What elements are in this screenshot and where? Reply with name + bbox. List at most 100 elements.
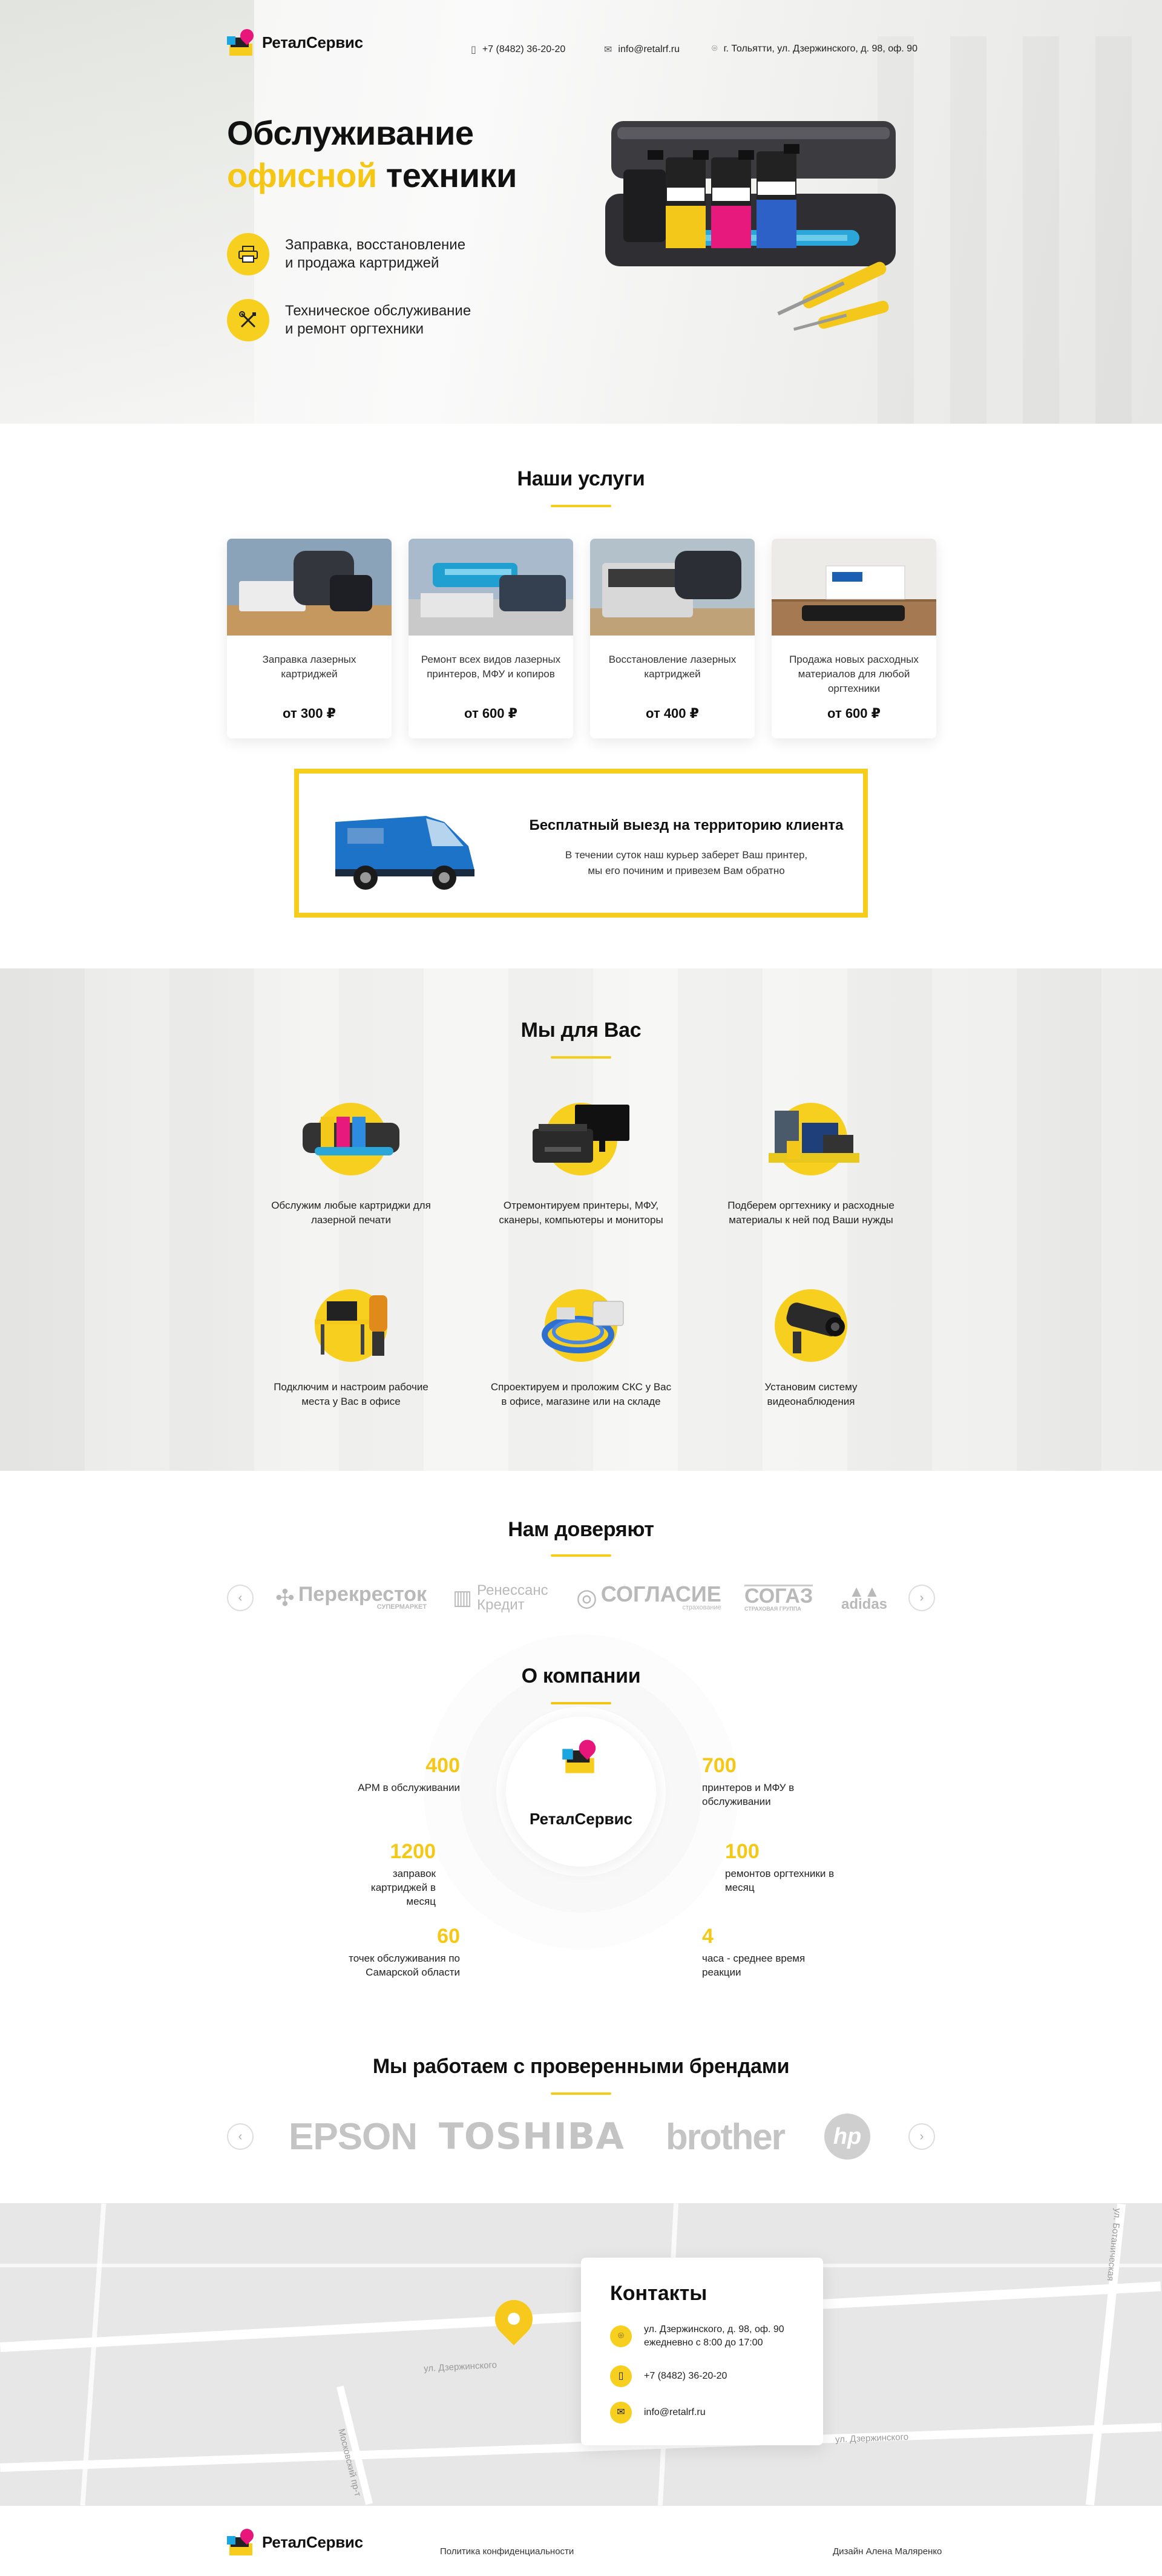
brand-logo-toshiba: TOSHIBA bbox=[439, 2115, 625, 2158]
hero-title: Обслуживание офисной техники bbox=[227, 112, 517, 197]
printer-icon bbox=[227, 233, 269, 275]
perekrestok-icon: ✣ bbox=[275, 1585, 295, 1611]
header-address: ⌾ г. Тольятти, ул. Дзержинского, д. 98, … bbox=[712, 44, 917, 54]
brand-logo-epson: EPSON bbox=[289, 2115, 418, 2158]
header-phone[interactable]: ▯ +7 (8482) 36-20-20 bbox=[471, 44, 565, 56]
for-you-item-text: Обслужим любые картриджи для лазерной пе… bbox=[271, 1200, 431, 1226]
hero-plant-backdrop bbox=[0, 0, 254, 424]
office-equipment-image bbox=[769, 1111, 859, 1163]
stat-number: 4 bbox=[702, 1925, 714, 1948]
stat-number: 1200 bbox=[390, 1840, 436, 1863]
service-card-text: Продажа новых расходных материалов для л… bbox=[789, 654, 919, 694]
service-card-text: Восстановление лазерных картриджей bbox=[608, 654, 737, 680]
stat-label: точек обслуживания по Самарской области bbox=[349, 1953, 460, 1978]
hero-feature-repair: Техническое обслуживание и ремонт оргтехн… bbox=[227, 299, 471, 341]
location-pin-icon: ⌾ bbox=[610, 2325, 632, 2347]
hero-title-line1: Обслуживание bbox=[227, 114, 474, 152]
brand-logo-hp: hp bbox=[824, 2114, 870, 2160]
stat-number: 700 bbox=[702, 1754, 737, 1777]
logo-text: РеталСервис bbox=[262, 2532, 363, 2551]
about-logo-text: РеталСервис bbox=[529, 1810, 633, 1828]
renaissance-icon: ▥ bbox=[453, 1586, 473, 1609]
mail-icon: ✉ bbox=[604, 45, 612, 55]
hero-feature-text: Заправка, восстановление и продажа картри… bbox=[285, 237, 466, 271]
free-delivery-banner: Бесплатный выезд на территорию клиента В… bbox=[294, 769, 868, 918]
stat-number: 60 bbox=[437, 1925, 460, 1948]
partner-logo-adidas: ▲▲ adidas bbox=[841, 1582, 888, 1612]
service-card-price: от 300 ₽ bbox=[283, 706, 336, 721]
about-logo-circle bbox=[506, 1717, 656, 1867]
header-email-text: info@retalrf.ru bbox=[618, 44, 680, 54]
footer-logo[interactable]: РеталСервис bbox=[227, 2526, 363, 2555]
stat-label: принтеров и МФУ в обслуживании bbox=[702, 1782, 795, 1807]
header-address-text: г. Тольятти, ул. Дзержинского, д. 98, оф… bbox=[723, 44, 917, 54]
header-phone-text: +7 (8482) 36-20-20 bbox=[482, 44, 566, 54]
trust-prev-button[interactable]: ‹ bbox=[227, 1585, 254, 1611]
for-you-title: Мы для Вас bbox=[520, 1019, 642, 1042]
service-card-refill[interactable]: Заправка лазерных картриджей от 300 ₽ bbox=[227, 539, 392, 738]
logo-icon bbox=[562, 1736, 599, 1773]
title-underline bbox=[551, 505, 611, 507]
service-photo-repair bbox=[409, 539, 573, 636]
contacts-email[interactable]: ✉ info@retalrf.ru bbox=[610, 2402, 706, 2423]
hero-title-rest: техники bbox=[376, 156, 517, 194]
stat-label: часа - среднее время реакции bbox=[702, 1953, 806, 1978]
delivery-van-image bbox=[335, 816, 474, 890]
contacts-card: Контакты ⌾ ул. Дзержинского, д. 98, оф. … bbox=[581, 2258, 823, 2445]
soglasie-icon: ◎ bbox=[576, 1585, 597, 1611]
for-you-item-text: Отремонтируем принтеры, МФУ, сканеры, ко… bbox=[499, 1200, 663, 1226]
service-card-restore[interactable]: Восстановление лазерных картриджей от 40… bbox=[590, 539, 755, 738]
brands-title: Мы работаем с проверенными брендами bbox=[372, 2055, 790, 2078]
title-underline bbox=[551, 1554, 611, 1557]
service-photo-refill bbox=[227, 539, 392, 636]
header-email[interactable]: ✉ info@retalrf.ru bbox=[604, 44, 680, 56]
stat-number: 400 bbox=[425, 1754, 460, 1777]
delivery-text: В течении суток наш курьер заберет Ваш п… bbox=[565, 849, 808, 876]
brands-prev-button[interactable]: ‹ bbox=[227, 2123, 254, 2150]
tools-icon bbox=[227, 299, 269, 341]
map-pin-dot bbox=[508, 2313, 520, 2325]
stat-number: 100 bbox=[725, 1840, 760, 1863]
mail-icon: ✉ bbox=[610, 2402, 632, 2423]
logo-icon bbox=[227, 2526, 257, 2555]
partner-logo-soglasie: ◎ СОГЛАСИЕ страхование bbox=[576, 1582, 721, 1612]
contacts-title: Контакты bbox=[610, 2282, 707, 2305]
stat-label: заправок картриджей в месяц bbox=[370, 1868, 436, 1907]
printer-monitor-image bbox=[533, 1105, 629, 1163]
partner-logo-sogaz: СОГАЗ СТРАХОВАЯ ГРУППА bbox=[744, 1584, 813, 1612]
service-card-sale[interactable]: Продажа новых расходных материалов для л… bbox=[772, 539, 936, 738]
contacts-phone[interactable]: ▯ +7 (8482) 36-20-20 bbox=[610, 2365, 727, 2387]
cartridge-set-image bbox=[303, 1117, 399, 1155]
hero-title-highlight: офисной bbox=[227, 156, 377, 194]
delivery-title: Бесплатный выезд на территорию клиента bbox=[529, 817, 844, 833]
trust-next-button[interactable]: › bbox=[908, 1585, 935, 1611]
service-photo-sale bbox=[772, 539, 936, 636]
network-cable-image bbox=[542, 1301, 624, 1353]
hero-feature-cartridges: Заправка, восстановление и продажа картри… bbox=[227, 233, 465, 275]
phone-icon: ▯ bbox=[471, 45, 476, 55]
partner-logo-perekrestok: ✣ Перекресток СУПЕРМАРКЕТ bbox=[275, 1583, 427, 1611]
service-card-price: от 400 ₽ bbox=[646, 706, 699, 721]
title-underline bbox=[551, 1056, 611, 1059]
service-card-text: Заправка лазерных картриджей bbox=[262, 654, 356, 680]
brands-next-button[interactable]: › bbox=[908, 2123, 935, 2150]
header-logo[interactable]: РеталСервис bbox=[227, 26, 363, 56]
brand-logo-brother: brother bbox=[666, 2116, 786, 2157]
for-you-item-text: Подберем оргтехнику и расходные материал… bbox=[727, 1200, 894, 1226]
privacy-policy-link[interactable]: Политика конфиденциальности bbox=[440, 2546, 574, 2557]
logo-icon bbox=[227, 26, 257, 56]
designer-credit-link[interactable]: Дизайн Алена Маляренко bbox=[833, 2546, 942, 2557]
trust-title: Нам доверяют bbox=[508, 1518, 654, 1541]
phone-icon: ▯ bbox=[610, 2365, 632, 2387]
partner-logo-renaissance: ▥ Ренессанс Кредит bbox=[453, 1582, 548, 1613]
service-card-text: Ремонт всех видов лазерных принтеров, МФ… bbox=[421, 654, 561, 680]
cctv-camera-image bbox=[786, 1303, 845, 1353]
contacts-address: ⌾ ул. Дзержинского, д. 98, оф. 90 ежеднев… bbox=[610, 2323, 784, 2350]
map-road bbox=[1085, 2203, 1126, 2506]
for-you-item-text: Спроектируем и проложим СКС у Вас в офис… bbox=[490, 1381, 672, 1407]
stat-label: АРМ в обслуживании bbox=[358, 1782, 460, 1793]
service-card-repair[interactable]: Ремонт всех видов лазерных принтеров, МФ… bbox=[409, 539, 573, 738]
page: РеталСервис ▯ +7 (8482) 36-20-20 ✉ info@… bbox=[0, 0, 1162, 2576]
title-underline bbox=[551, 1702, 611, 1704]
hero-office-backdrop bbox=[878, 36, 1162, 424]
